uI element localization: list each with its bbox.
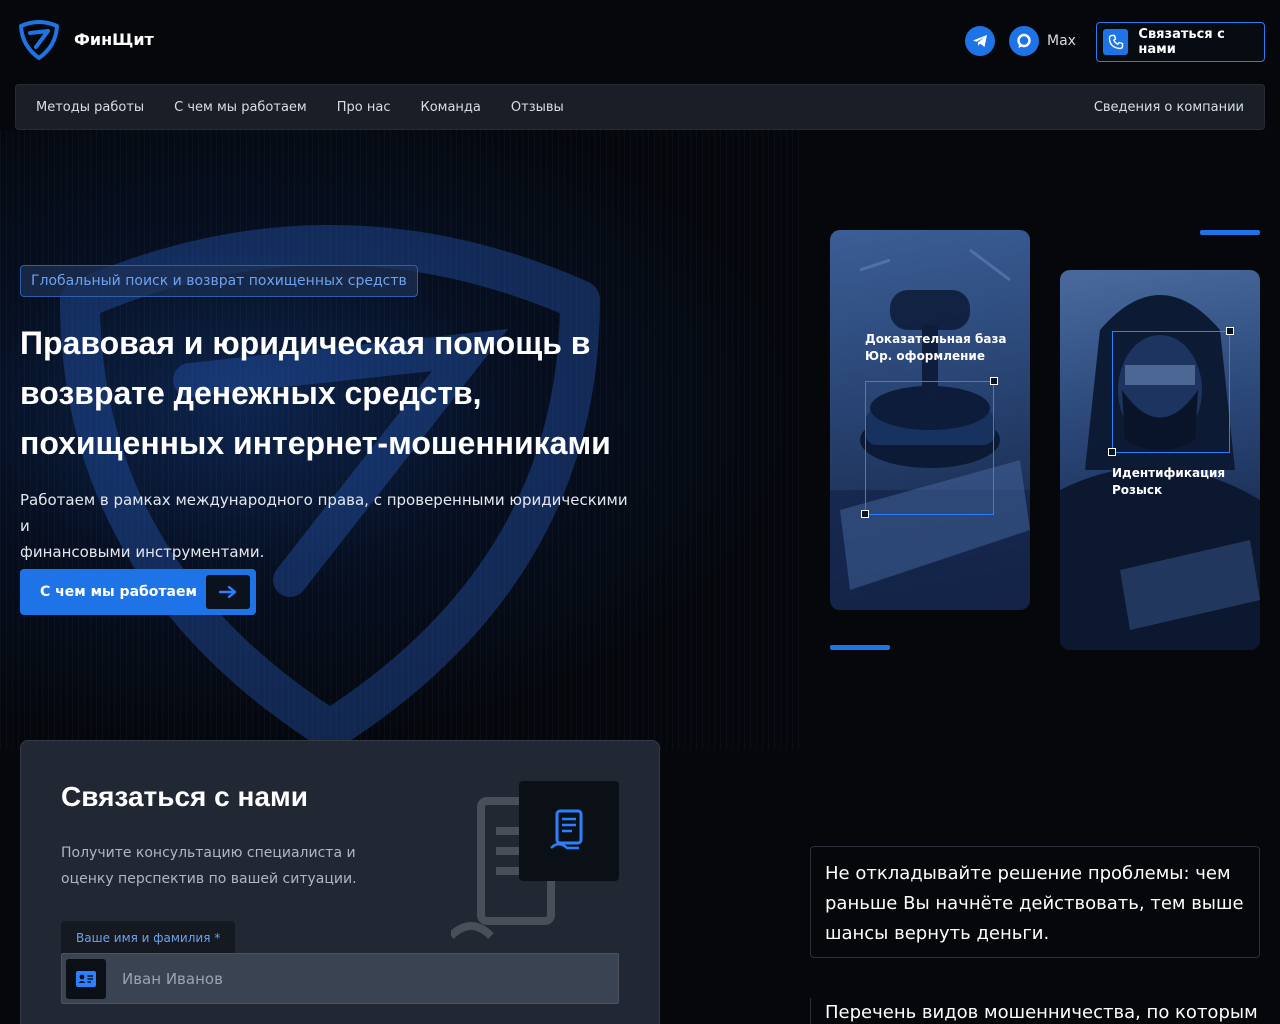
identification-image-card: Идентификация Розыск	[1060, 270, 1260, 650]
contact-us-label: Связаться с нами	[1138, 27, 1225, 57]
contact-form-subtitle: Получите консультацию специалиста и оцен…	[61, 840, 381, 892]
note-line: раньше Вы начнёте действовать, тем выше	[825, 893, 1244, 914]
hero-subtitle-line: Работаем в рамках международного права, …	[20, 491, 628, 535]
caption-line: Идентификация	[1112, 466, 1226, 480]
logo[interactable]: ФинЩит	[18, 18, 154, 60]
selection-handle	[990, 377, 998, 385]
max-messenger-icon	[1009, 26, 1039, 56]
cta-label: С чем мы работаем	[40, 584, 197, 600]
nav-item-methods[interactable]: Методы работы	[36, 100, 144, 115]
urgency-note: Не откладывайте решение проблемы: чем ра…	[810, 846, 1260, 958]
hero-title: Правовая и юридическая помощь в возврате…	[20, 318, 720, 468]
name-input[interactable]	[122, 954, 602, 1003]
note-line: шансы вернуть деньги.	[825, 923, 1050, 944]
hero-title-line: возврате денежных средств,	[20, 375, 482, 411]
arrow-right-icon	[206, 575, 250, 609]
nav-item-about[interactable]: Про нас	[337, 100, 391, 115]
hero-title-line: Правовая и юридическая помощь в	[20, 325, 591, 361]
what-we-handle-button[interactable]: С чем мы работаем	[20, 569, 256, 615]
caption-line: Доказательная база	[865, 332, 1007, 346]
nav-item-what-we-handle[interactable]: С чем мы работаем	[174, 100, 307, 115]
nav-item-reviews[interactable]: Отзывы	[511, 100, 564, 115]
note-line: Не откладывайте решение проблемы: чем	[825, 863, 1231, 884]
max-messenger-link[interactable]: Max	[1009, 26, 1076, 56]
name-field	[61, 953, 619, 1004]
selection-frame	[865, 381, 994, 515]
hero-badge: Глобальный поиск и возврат похищенных ср…	[20, 265, 418, 297]
subtitle-line: оценку перспектив по вашей ситуации.	[61, 871, 357, 887]
id-card-icon	[66, 959, 106, 999]
identification-caption: Идентификация Розыск	[1112, 465, 1225, 499]
evidence-caption: Доказательная база Юр. оформление	[865, 331, 1007, 365]
selection-handle	[1226, 327, 1234, 335]
document-icon	[519, 781, 619, 881]
telegram-icon	[965, 26, 995, 56]
fraud-types-note: Перечень видов мошенничества, по которым	[810, 998, 1260, 1024]
hero-title-line: похищенных интернет-мошенниками	[20, 425, 611, 461]
phone-icon	[1103, 29, 1129, 55]
slider-indicator	[1200, 230, 1260, 235]
selection-handle	[1108, 448, 1116, 456]
contact-form-card: Связаться с нами Получите консультацию с…	[20, 740, 660, 1024]
main-nav: Методы работы С чем мы работаем Про нас …	[15, 84, 1265, 130]
slider-indicator	[830, 645, 890, 650]
nav-item-team[interactable]: Команда	[420, 100, 480, 115]
shield-logo-icon	[19, 20, 59, 60]
telegram-link[interactable]	[965, 26, 995, 56]
caption-line: Юр. оформление	[865, 349, 985, 363]
nav-item-company-info[interactable]: Сведения о компании	[1094, 100, 1244, 115]
contact-us-button[interactable]: Связаться с нами	[1096, 22, 1265, 62]
evidence-image-card: Доказательная база Юр. оформление	[830, 230, 1030, 610]
contact-form-title: Связаться с нами	[61, 781, 308, 812]
caption-line: Розыск	[1112, 483, 1163, 497]
brand-name: ФинЩит	[74, 29, 154, 49]
hero-subtitle: Работаем в рамках международного права, …	[20, 487, 640, 565]
name-field-label: Ваше имя и фамилия *	[61, 921, 236, 955]
subtitle-line: Получите консультацию специалиста и	[61, 845, 356, 861]
selection-handle	[861, 510, 869, 518]
max-label: Max	[1047, 33, 1076, 49]
site-header: ФинЩит Max Связаться с нами	[0, 0, 1280, 84]
selection-frame	[1112, 331, 1230, 453]
hero-subtitle-line: финансовыми инструментами.	[20, 543, 265, 561]
